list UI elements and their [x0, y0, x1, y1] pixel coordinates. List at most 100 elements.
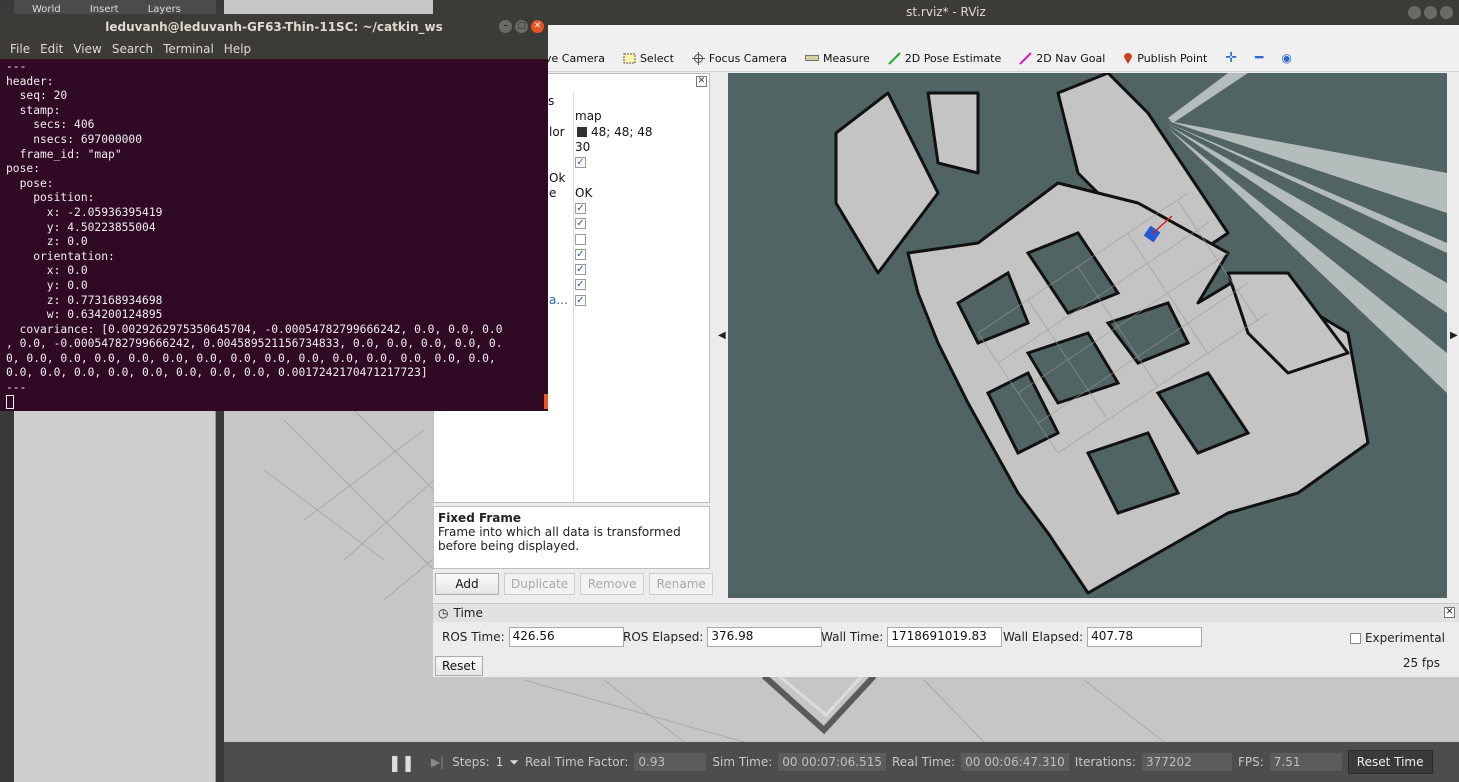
minimize-icon[interactable]: – [499, 20, 512, 33]
rviz-3d-map-view[interactable] [728, 73, 1447, 598]
add-tool-button[interactable]: ✛ [1225, 50, 1237, 66]
measure-tool[interactable]: Measure [804, 52, 870, 65]
color-swatch-icon [577, 127, 587, 137]
reset-button[interactable]: Reset [435, 656, 483, 676]
terminal-line: seq: 20 [6, 89, 68, 103]
terminal-line: --- [6, 381, 27, 395]
steps-value[interactable]: 1 [496, 755, 504, 769]
terminal-line: nsecs: 697000000 [6, 132, 143, 146]
close-time-panel-icon[interactable]: ✕ [1444, 607, 1455, 618]
terminal-menu-bar: File Edit View Search Terminal Help [0, 40, 548, 59]
menu-file[interactable]: File [10, 40, 30, 59]
help-title: Fixed Frame [438, 511, 522, 525]
remove-button[interactable]: Remove [580, 573, 645, 595]
nav-goal-label: 2D Nav Goal [1036, 51, 1106, 65]
ros-elapsed-field[interactable]: 376.98 [707, 627, 823, 647]
maximize-button[interactable] [1424, 6, 1437, 19]
ros-time-field[interactable]: 426.56 [508, 627, 624, 647]
wall-elapsed-label: Wall Elapsed: [1003, 630, 1084, 644]
display-buttons: Add Duplicate Remove Rename [435, 573, 714, 595]
fps-readout: 25 fps [1402, 656, 1440, 670]
plus-icon: ✛ [1225, 50, 1238, 66]
remove-tool-button[interactable]: ━ [1255, 50, 1263, 66]
collapse-right-icon[interactable]: ▶ [1450, 330, 1458, 341]
rviz-toolbar: ve Camera Select Focus Camera Measure 2D… [433, 45, 1459, 72]
focus-camera-tool[interactable]: Focus Camera [691, 51, 787, 65]
checkbox-display-4[interactable]: ✓ [575, 249, 586, 260]
terminal-line: orientation: [6, 249, 115, 263]
wall-time-field[interactable]: 1718691019.83 [887, 627, 1003, 647]
experimental-option[interactable]: Experimental [1349, 631, 1445, 645]
close-panel-icon[interactable]: ✕ [696, 76, 707, 87]
steps-dropdown-icon[interactable]: ⏷ [509, 755, 519, 770]
terminal-window: leduvanh@leduvanh-GF63-Thin-11SC: ~/catk… [0, 14, 548, 411]
checkbox-default-light[interactable]: ✓ [575, 157, 586, 168]
checkbox-display-7[interactable]: ✓ [575, 295, 586, 306]
fps-value: 7.51 [1269, 753, 1342, 771]
gazebo-bottom-bar: ❚❚ ▶| Steps: 1 ⏷ Real Time Factor: 0.93 … [224, 742, 1459, 782]
time-panel-title: Time [453, 606, 483, 620]
fixed-frame-value[interactable]: map [575, 109, 602, 123]
nav-goal-tool[interactable]: 2D Nav Goal [1019, 52, 1105, 65]
minus-icon: ━ [1255, 50, 1264, 66]
terminal-line: secs: 406 [6, 118, 95, 132]
real-time-label: Real Time: [891, 755, 956, 769]
terminal-scrollbar[interactable] [544, 394, 548, 409]
background-color-value[interactable]: 48; 48; 48 [591, 125, 653, 139]
terminal-line: covariance: [0.0029262975350645704, -0.0… [6, 322, 503, 336]
rtf-value: 0.93 [634, 753, 707, 771]
partial-label-display-7: a... [549, 293, 568, 307]
pause-icon[interactable]: ❚❚ [388, 753, 415, 772]
view-options-button[interactable]: ◉ [1281, 51, 1291, 65]
checkbox-display-6[interactable]: ✓ [575, 279, 586, 290]
step-icon[interactable]: ▶| [431, 755, 444, 769]
menu-search[interactable]: Search [112, 40, 153, 59]
pose-estimate-tool[interactable]: 2D Pose Estimate [888, 52, 1001, 65]
checkbox-display-2[interactable]: ✓ [575, 218, 586, 229]
maximize-icon[interactable]: □ [515, 20, 528, 33]
frame-rate-value[interactable]: 30 [575, 140, 590, 154]
duplicate-button[interactable]: Duplicate [504, 573, 576, 595]
terminal-line: y: 0.0 [6, 278, 88, 292]
terminal-output[interactable]: --- header: seq: 20 stamp: secs: 406 nsec… [6, 60, 544, 408]
terminal-line: y: 4.50223855004 [6, 220, 156, 234]
add-button[interactable]: Add [435, 573, 499, 595]
collapse-left-icon[interactable]: ◀ [718, 330, 726, 341]
sim-time-value: 00 00:07:06.515 [778, 753, 886, 771]
occupancy-map [728, 73, 1447, 598]
terminal-line: 0.0, 0.0, 0.0, 0.0, 0.0, 0.0, 0.0, 0.0, … [6, 366, 428, 380]
wall-elapsed-field[interactable]: 407.78 [1087, 627, 1203, 647]
checkbox-display-5[interactable]: ✓ [575, 264, 586, 275]
terminal-line: z: 0.773168934698 [6, 293, 163, 307]
terminal-line: pose: [6, 162, 41, 176]
help-text: Frame into which all data is transformed… [438, 525, 681, 553]
menu-view[interactable]: View [73, 40, 101, 59]
move-camera-tool[interactable]: ve Camera [545, 52, 605, 65]
rename-button[interactable]: Rename [649, 573, 714, 595]
time-panel-header: ◷ Time [433, 604, 1459, 622]
ros-time-label: ROS Time: [442, 630, 505, 644]
close-icon[interactable]: ✕ [531, 20, 544, 33]
partial-label-background-color: lor [549, 125, 565, 139]
menu-edit[interactable]: Edit [40, 40, 63, 59]
terminal-line: --- [6, 60, 27, 73]
time-panel: ◷ Time ✕ ROS Time: 426.56 ROS Elapsed: 3… [433, 603, 1459, 677]
terminal-line: x: -2.05936395419 [6, 205, 163, 219]
terminal-line: pose: [6, 176, 54, 190]
minimize-button[interactable] [1408, 6, 1421, 19]
experimental-checkbox[interactable] [1349, 632, 1361, 644]
select-tool[interactable]: Select [623, 52, 674, 65]
terminal-line: , 0.0, -0.00054782799666242, 0.004589521… [6, 337, 503, 351]
terminal-title-bar: leduvanh@leduvanh-GF63-Thin-11SC: ~/catk… [0, 14, 548, 40]
menu-help[interactable]: Help [224, 40, 251, 59]
rtf-label: Real Time Factor: [524, 755, 629, 769]
close-button[interactable] [1440, 6, 1453, 19]
rviz-window-title: st.rviz* - RViz [906, 5, 986, 19]
publish-point-label: Publish Point [1137, 51, 1208, 65]
publish-point-tool[interactable]: Publish Point [1123, 52, 1207, 65]
menu-terminal[interactable]: Terminal [163, 40, 214, 59]
rviz-window: st.rviz* - RViz ve Camera Select Focus C… [433, 0, 1459, 677]
checkbox-display-1[interactable]: ✓ [575, 203, 586, 214]
reset-time-button[interactable]: Reset Time [1347, 750, 1433, 774]
checkbox-display-3[interactable] [575, 234, 586, 245]
